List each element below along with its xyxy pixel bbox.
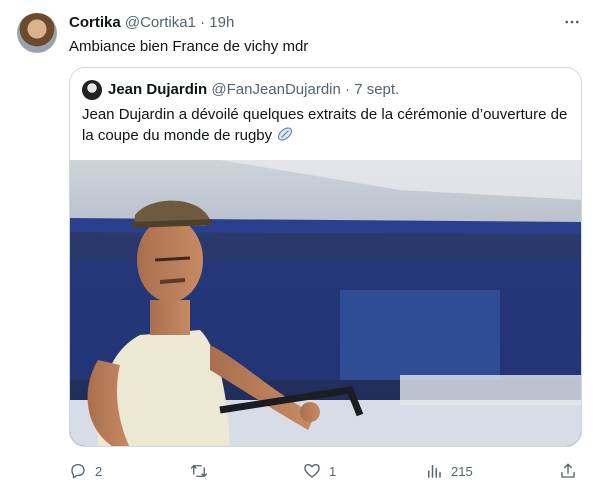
video-thumbnail <box>70 160 581 446</box>
avatar[interactable] <box>17 13 57 53</box>
tweet-header: Cortika @Cortika1 · 19h <box>69 13 234 33</box>
quoted-header: Jean Dujardin @FanJeanDujardin · 7 sept. <box>108 80 399 100</box>
share-icon <box>561 463 575 478</box>
author-name[interactable]: Cortika <box>69 14 121 31</box>
reply-count: 2 <box>95 463 103 479</box>
action-bar: 2 1 215 <box>69 460 580 482</box>
timestamp[interactable]: 19h <box>209 14 234 31</box>
quoted-author-name: Jean Dujardin <box>108 81 208 98</box>
retweet-button[interactable] <box>189 460 217 482</box>
video-media[interactable] <box>70 160 581 446</box>
quoted-text: Jean Dujardin a dévoilé quelques extrait… <box>82 106 568 144</box>
views-button[interactable]: 215 <box>425 460 473 482</box>
more-icon <box>565 20 579 24</box>
share-button[interactable] <box>559 460 577 482</box>
more-button[interactable] <box>562 12 582 32</box>
quoted-author-handle: @FanJeanDujardin <box>211 81 341 98</box>
views-count: 215 <box>451 463 473 479</box>
reply-button[interactable]: 2 <box>69 460 102 482</box>
like-icon <box>304 464 320 478</box>
separator: · <box>345 81 351 98</box>
rugby-ball-icon <box>276 125 294 149</box>
like-button[interactable]: 1 <box>303 460 336 482</box>
author-handle[interactable]: @Cortika1 <box>125 14 196 31</box>
views-icon <box>428 465 441 478</box>
quoted-text-block: Jean Dujardin a dévoilé quelques extrait… <box>82 104 572 149</box>
retweet-icon <box>190 465 208 477</box>
tweet-text: Ambiance bien France de vichy mdr <box>69 38 309 55</box>
quoted-tweet[interactable]: Jean Dujardin @FanJeanDujardin · 7 sept.… <box>69 67 582 447</box>
reply-icon <box>71 463 85 479</box>
quoted-avatar[interactable] <box>82 80 102 100</box>
quoted-timestamp: 7 sept. <box>354 81 400 98</box>
like-count: 1 <box>329 463 337 479</box>
separator: · <box>200 14 206 31</box>
tweet[interactable]: Cortika @Cortika1 · 19h Ambiance bien Fr… <box>0 0 600 494</box>
